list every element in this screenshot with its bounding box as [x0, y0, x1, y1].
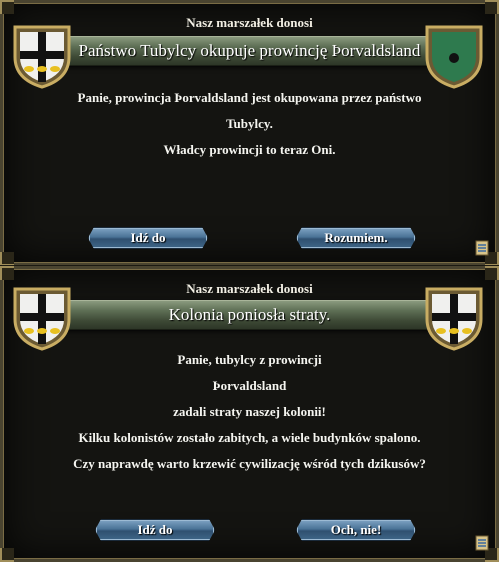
message-line: Czy naprawdę warto krzewić cywilizację w…: [73, 456, 426, 471]
panel-title: Kolonia poniosła straty.: [61, 300, 438, 330]
white-shield-black-cross-icon: [11, 283, 73, 351]
frame-corner: [0, 252, 14, 266]
notification-panel-occupation: Nasz marszałek donosi Państwo Tubylcy ok…: [0, 0, 499, 267]
frame-corner: [0, 0, 14, 14]
goto-button[interactable]: Idź do: [95, 519, 215, 541]
panel-title: Państwo Tubylcy okupuje prowincję Þorval…: [61, 36, 438, 66]
message-line: Panie, tubylcy z prowincji: [177, 352, 322, 367]
notification-panel-colony-losses: Nasz marszałek donosi Kolonia poniosła s…: [0, 265, 499, 562]
message-line: Panie, prowincja Þorvaldsland jest okupo…: [77, 90, 422, 105]
message-line: Tubylcy.: [226, 116, 273, 131]
white-shield-black-cross-icon: [11, 21, 73, 89]
green-shield-icon: [423, 21, 485, 89]
oh-no-button[interactable]: Och, nie!: [296, 519, 416, 541]
acknowledge-button[interactable]: Rozumiem.: [296, 227, 416, 249]
message-line: Kilku kolonistów zostało zabitych, a wie…: [78, 430, 421, 445]
message-line: Władcy prowincji to teraz Oni.: [163, 142, 336, 157]
frame-corner: [0, 266, 14, 280]
message-body: Panie, tubylcy z prowincji Þorvaldsland …: [43, 352, 456, 482]
frame-corner: [485, 0, 499, 14]
message-line: Þorvaldsland: [212, 378, 287, 393]
scroll-icon[interactable]: [474, 534, 490, 552]
message-body: Panie, prowincja Þorvaldsland jest okupo…: [43, 90, 456, 168]
frame-corner: [485, 266, 499, 280]
white-shield-black-cross-icon: [423, 283, 485, 351]
goto-button[interactable]: Idź do: [88, 227, 208, 249]
frame-corner: [0, 548, 14, 562]
scroll-icon[interactable]: [474, 239, 490, 257]
message-line: zadali straty naszej kolonii!: [173, 404, 326, 419]
